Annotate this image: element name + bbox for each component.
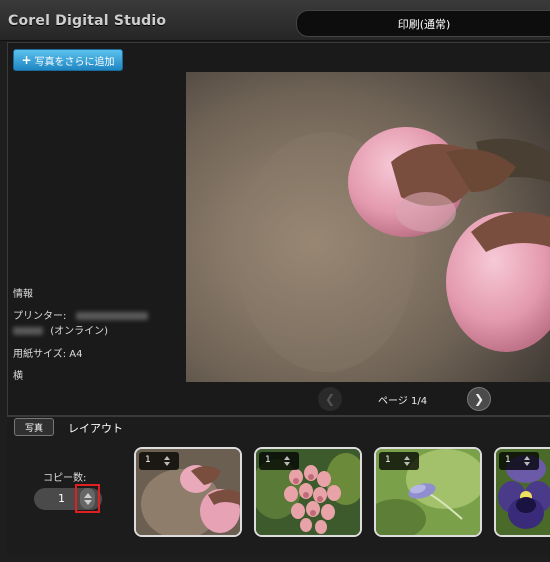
thumbnail-stepper[interactable] — [162, 454, 172, 468]
add-photos-button[interactable]: + 写真をさらに追加 — [13, 49, 123, 71]
printer-line: プリンター: — [13, 307, 148, 322]
down-arrow-icon[interactable] — [404, 462, 410, 466]
thumbnail-stepper[interactable] — [522, 454, 532, 468]
thumbnail-purple-crocus[interactable]: 1 — [374, 447, 482, 537]
print-preview-image — [186, 72, 550, 382]
orientation: 横 — [13, 371, 23, 382]
thumbnail-count: 1 — [505, 455, 511, 465]
thumbnail-count: 1 — [385, 455, 391, 465]
thumbnail-count: 1 — [145, 455, 151, 465]
thumbnail-stepper[interactable] — [402, 454, 412, 468]
title-bar: Corel Digital Studio 印刷(通常) — [0, 0, 550, 41]
up-arrow-icon[interactable] — [524, 456, 530, 460]
tab-layout[interactable]: レイアウト — [68, 420, 123, 436]
tab-print-standard[interactable]: 印刷(通常) — [296, 10, 550, 37]
up-arrow-icon[interactable] — [284, 456, 290, 460]
thumbnail-peach-blossom[interactable]: 1 — [134, 447, 242, 537]
thumbnail-pink-bell-flowers[interactable]: 1 — [254, 447, 362, 537]
printer-label: プリンター: — [13, 311, 67, 322]
app-title: Corel Digital Studio — [8, 13, 167, 29]
chevron-right-icon: ❯ — [473, 392, 485, 406]
printer-model-redacted — [13, 327, 43, 335]
add-photos-label: 写真をさらに追加 — [34, 56, 115, 68]
copies-label: コピー数: — [43, 473, 87, 484]
printer-status: (オンライン) — [50, 326, 108, 337]
chevron-left-icon: ❮ — [324, 392, 336, 406]
up-arrow-icon[interactable] — [164, 456, 170, 460]
thumbnail-count: 1 — [265, 455, 271, 465]
thumbnail-purple-pansy[interactable]: 1 — [494, 447, 550, 537]
paper-size: 用紙サイズ: A4 — [13, 349, 83, 360]
up-arrow-icon[interactable] — [404, 456, 410, 460]
next-page-button[interactable]: ❯ — [467, 387, 491, 411]
down-arrow-icon[interactable] — [164, 462, 170, 466]
down-arrow-icon[interactable] — [284, 462, 290, 466]
thumbnail-stepper[interactable] — [282, 454, 292, 468]
tab-photo[interactable]: 写真 — [14, 418, 54, 436]
printer-name-redacted — [75, 312, 148, 320]
page-indicator: ページ 1/4 — [378, 396, 428, 407]
info-heading: 情報 — [13, 289, 33, 300]
printer-status-line: (オンライン) — [13, 322, 108, 337]
highlight-box — [75, 484, 100, 513]
previous-page-button[interactable]: ❮ — [318, 387, 342, 411]
copies-value[interactable]: 1 — [58, 492, 65, 505]
down-arrow-icon[interactable] — [524, 462, 530, 466]
plus-icon: + — [21, 53, 32, 67]
